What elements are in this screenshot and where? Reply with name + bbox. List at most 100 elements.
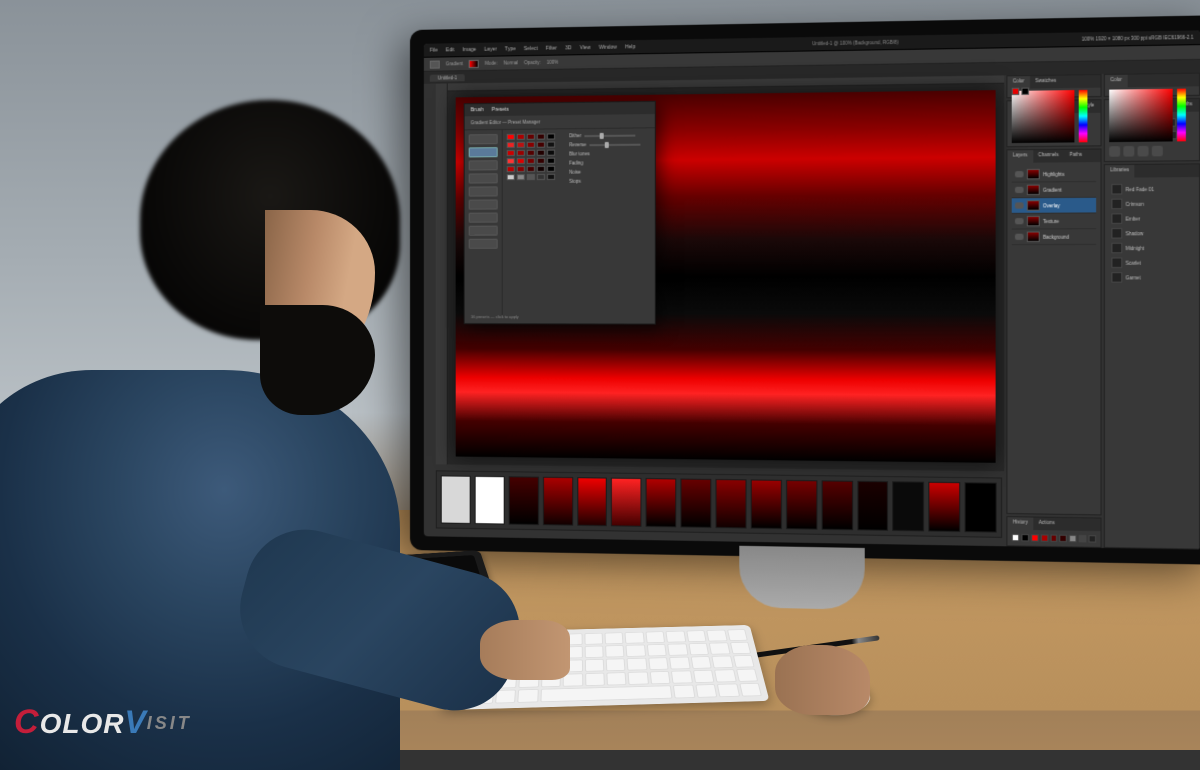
underline-icon[interactable] xyxy=(1152,146,1163,157)
layer-thumbnail[interactable] xyxy=(1027,200,1040,211)
sw[interactable] xyxy=(1089,535,1096,542)
tab-history[interactable]: History xyxy=(1007,517,1033,530)
fg-color[interactable] xyxy=(1012,88,1020,95)
hue-slider-2[interactable] xyxy=(1177,89,1186,142)
preset-swatch[interactable] xyxy=(547,142,555,148)
library-item[interactable]: Shadow xyxy=(1109,226,1195,241)
visibility-icon[interactable] xyxy=(1015,202,1024,208)
tool-preset-icon[interactable] xyxy=(430,60,440,68)
menu-view[interactable]: View xyxy=(580,44,591,50)
preset-swatch[interactable] xyxy=(547,158,555,164)
layer-row[interactable]: Background xyxy=(1012,229,1096,245)
sw[interactable] xyxy=(1079,535,1086,542)
preset-swatch[interactable] xyxy=(537,150,545,156)
tab-actions[interactable]: Actions xyxy=(1033,518,1060,531)
preset-swatch[interactable] xyxy=(517,166,525,172)
tab-libraries[interactable]: Libraries xyxy=(1105,165,1135,178)
layer-row[interactable]: Texture xyxy=(1012,213,1096,229)
library-item[interactable]: Garnet xyxy=(1109,270,1195,285)
preset-swatch[interactable] xyxy=(527,166,535,172)
menu-image[interactable]: Image xyxy=(462,46,476,52)
preset-swatch[interactable] xyxy=(507,142,515,148)
preset-swatch[interactable] xyxy=(507,134,515,140)
preset-chip[interactable] xyxy=(469,186,498,196)
layer-row[interactable]: Gradient xyxy=(1012,182,1096,198)
sw[interactable] xyxy=(1040,534,1047,541)
swatch-thumbnail[interactable] xyxy=(821,480,852,530)
swatch-thumbnail[interactable] xyxy=(786,480,817,530)
layer-thumbnail[interactable] xyxy=(1027,216,1040,226)
tab-paths[interactable]: Paths xyxy=(1064,150,1087,163)
sw[interactable] xyxy=(1021,534,1028,541)
preset-chip[interactable] xyxy=(469,160,498,170)
sw[interactable] xyxy=(1050,535,1057,542)
sw[interactable] xyxy=(1012,534,1019,541)
swatch-thumbnail[interactable] xyxy=(475,476,505,525)
visibility-icon[interactable] xyxy=(1015,171,1024,177)
swatch-thumbnail[interactable] xyxy=(611,478,641,527)
preset-chip[interactable] xyxy=(469,213,498,223)
preset-swatch[interactable] xyxy=(527,150,535,156)
dialog-opt[interactable]: Blur tones xyxy=(569,151,590,156)
swatch-thumbnail[interactable] xyxy=(715,479,746,529)
preset-swatch[interactable] xyxy=(517,158,525,164)
preset-swatch[interactable] xyxy=(537,158,545,164)
sw[interactable] xyxy=(1069,535,1076,542)
preset-chip[interactable] xyxy=(469,134,498,144)
doc-tab-1[interactable]: Untitled-1 xyxy=(430,74,465,82)
preset-swatch[interactable] xyxy=(507,174,515,180)
preset-swatch[interactable] xyxy=(547,150,555,156)
dialog-opt[interactable]: Noise xyxy=(569,170,581,175)
dialog-tab-presets[interactable]: Presets xyxy=(492,107,509,113)
preset-swatch[interactable] xyxy=(507,150,515,156)
slider[interactable] xyxy=(584,134,635,137)
dialog-opt[interactable]: Reverse xyxy=(569,142,586,147)
italic-icon[interactable] xyxy=(1123,146,1134,157)
menu-help[interactable]: Help xyxy=(625,44,636,50)
layer-thumbnail[interactable] xyxy=(1027,185,1040,196)
menu-edit[interactable]: Edit xyxy=(446,47,455,53)
color-field[interactable] xyxy=(1012,90,1075,143)
preset-swatch[interactable] xyxy=(537,142,545,148)
swatch-thumbnail[interactable] xyxy=(441,475,471,524)
swatch-thumbnail[interactable] xyxy=(893,481,925,531)
caps-icon[interactable] xyxy=(1138,146,1149,157)
dialog-tab-brush[interactable]: Brush xyxy=(471,107,484,113)
swatch-thumbnail[interactable] xyxy=(577,477,607,526)
preset-swatch[interactable] xyxy=(517,174,525,180)
color-field-2[interactable] xyxy=(1109,89,1172,142)
preset-swatch[interactable] xyxy=(527,174,535,180)
gradient-editor-dialog[interactable]: Brush Presets Gradient Editor — Preset M… xyxy=(464,101,656,325)
preset-chip[interactable] xyxy=(469,173,498,183)
sw[interactable] xyxy=(1060,535,1067,542)
opacity-value[interactable]: 100% xyxy=(547,60,559,65)
swatch-thumbnail[interactable] xyxy=(508,476,538,525)
dialog-opt[interactable]: Dither xyxy=(569,133,581,138)
preset-chip[interactable] xyxy=(469,226,498,236)
library-item[interactable]: Scarlet xyxy=(1109,255,1195,270)
preset-swatch[interactable] xyxy=(527,142,535,148)
bold-icon[interactable] xyxy=(1109,146,1120,157)
menu-layer[interactable]: Layer xyxy=(484,46,497,52)
library-item[interactable]: Crimson xyxy=(1109,196,1195,211)
swatch-thumbnail[interactable] xyxy=(681,479,712,528)
layer-thumbnail[interactable] xyxy=(1027,232,1040,242)
tab-channels[interactable]: Channels xyxy=(1033,150,1064,163)
preset-chip[interactable] xyxy=(469,147,498,157)
preset-swatch[interactable] xyxy=(517,134,525,140)
preset-chip[interactable] xyxy=(469,239,498,249)
preset-swatch[interactable] xyxy=(537,174,545,180)
preset-swatch[interactable] xyxy=(547,133,555,139)
preset-swatch[interactable] xyxy=(547,166,555,172)
swatch-thumbnail[interactable] xyxy=(646,478,677,527)
swatch-thumbnail[interactable] xyxy=(751,479,782,529)
menu-3d[interactable]: 3D xyxy=(565,45,571,51)
library-item[interactable]: Red Fade 01 xyxy=(1109,181,1195,196)
slider[interactable] xyxy=(589,143,640,146)
visibility-icon[interactable] xyxy=(1015,218,1024,224)
library-item[interactable]: Midnight xyxy=(1109,240,1195,255)
swatch-thumbnail[interactable] xyxy=(857,481,889,531)
tab-layers[interactable]: Layers xyxy=(1007,150,1032,163)
swatch-thumbnail[interactable] xyxy=(929,482,961,532)
preset-swatch[interactable] xyxy=(507,166,515,172)
